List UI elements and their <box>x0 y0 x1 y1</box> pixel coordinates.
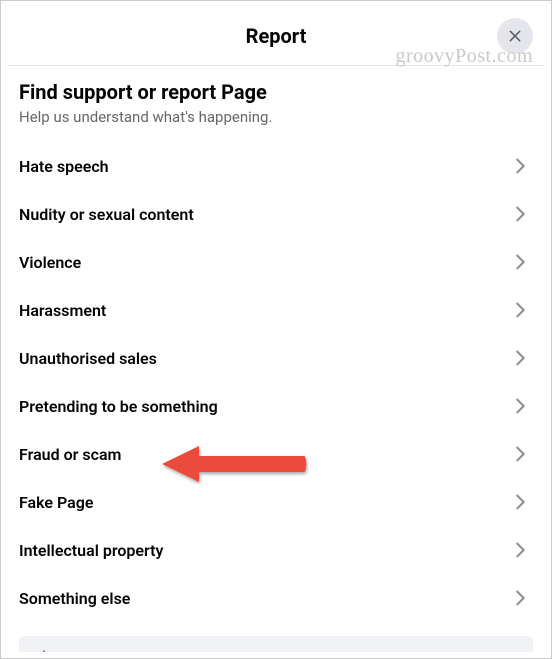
category-label: Fraud or scam <box>19 445 121 464</box>
close-icon <box>505 26 525 46</box>
category-label: Nudity or sexual content <box>19 205 194 224</box>
footer-alert-text: Contact the police in your area if anyon… <box>67 650 492 652</box>
section-subtitle: Help us understand what's happening. <box>19 108 533 126</box>
chevron-right-icon <box>509 299 531 321</box>
category-hate-speech[interactable]: Hate speech <box>19 142 533 190</box>
chevron-right-icon <box>509 347 531 369</box>
dialog-header: Report <box>7 7 545 66</box>
category-label: Something else <box>19 589 130 608</box>
close-button[interactable] <box>497 18 533 54</box>
category-label: Fake Page <box>19 493 93 512</box>
category-label: Hate speech <box>19 157 109 176</box>
dialog-content: Find support or report Page Help us unde… <box>7 66 545 622</box>
chevron-right-icon <box>509 203 531 225</box>
category-label: Intellectual property <box>19 541 164 560</box>
category-harassment[interactable]: Harassment <box>19 286 533 334</box>
report-category-list: Hate speech Nudity or sexual content Vio… <box>19 142 533 622</box>
category-label: Harassment <box>19 301 106 320</box>
category-something-else[interactable]: Something else <box>19 574 533 622</box>
section-title: Find support or report Page <box>19 80 533 104</box>
chevron-right-icon <box>509 539 531 561</box>
chevron-right-icon <box>509 251 531 273</box>
category-violence[interactable]: Violence <box>19 238 533 286</box>
chevron-right-icon <box>509 443 531 465</box>
category-label: Violence <box>19 253 81 272</box>
category-fraud-scam[interactable]: Fraud or scam <box>19 430 533 478</box>
category-label: Unauthorised sales <box>19 349 157 368</box>
chevron-right-icon <box>509 491 531 513</box>
category-pretending[interactable]: Pretending to be something <box>19 382 533 430</box>
category-fake-page[interactable]: Fake Page <box>19 478 533 526</box>
chevron-right-icon <box>509 155 531 177</box>
category-nudity[interactable]: Nudity or sexual content <box>19 190 533 238</box>
category-unauthorised-sales[interactable]: Unauthorised sales <box>19 334 533 382</box>
chevron-right-icon <box>509 395 531 417</box>
footer-alert: Contact the police in your area if anyon… <box>19 636 533 652</box>
warning-icon <box>33 648 55 652</box>
category-label: Pretending to be something <box>19 397 218 416</box>
category-intellectual-property[interactable]: Intellectual property <box>19 526 533 574</box>
dialog-title: Report <box>246 24 307 48</box>
chevron-right-icon <box>509 587 531 609</box>
